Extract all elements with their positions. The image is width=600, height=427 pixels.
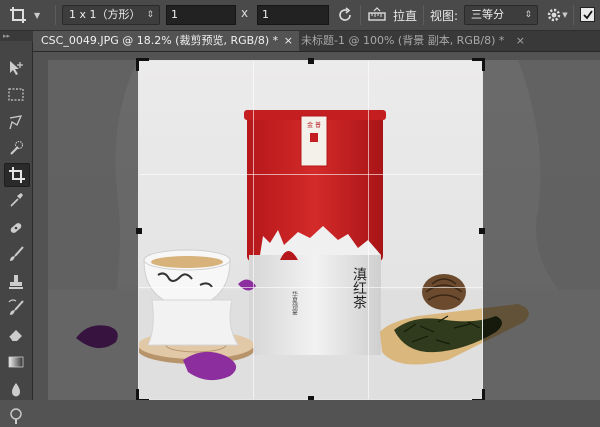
- straighten-label[interactable]: 拉直: [393, 7, 417, 24]
- delete-cropped-pixels-checkbox[interactable]: [580, 7, 595, 22]
- tool-clone-stamp[interactable]: [4, 271, 28, 293]
- gear-icon: [548, 8, 561, 22]
- close-icon[interactable]: ×: [516, 31, 525, 51]
- dodge-icon: [10, 408, 22, 424]
- panel-grip[interactable]: ▸▸: [0, 31, 35, 41]
- tool-healing-brush[interactable]: [4, 217, 28, 239]
- eyedropper-icon: [10, 193, 23, 207]
- blur-icon: [12, 383, 20, 397]
- crop-icon: [9, 167, 25, 183]
- separator: [423, 5, 424, 25]
- document-tabs: CSC_0049.JPG @ 18.2% (裁剪预览, RGB/8) * × 未…: [33, 31, 600, 52]
- crop-grid-line: [253, 61, 254, 399]
- crop-handle-top-right[interactable]: [472, 58, 485, 71]
- tool-quick-select[interactable]: [4, 137, 28, 159]
- level-ruler-icon: [368, 7, 386, 21]
- crop-shield-left: [48, 60, 138, 400]
- tab-label: CSC_0049.JPG @ 18.2% (裁剪预览, RGB/8) *: [41, 34, 279, 47]
- brush-icon: [10, 246, 24, 261]
- ratio-separator-label: x: [241, 6, 249, 20]
- close-icon[interactable]: ×: [284, 31, 293, 51]
- marquee-icon: [8, 88, 24, 101]
- healing-brush-icon: [10, 223, 22, 233]
- move-icon: [10, 61, 23, 75]
- history-brush-icon: [8, 299, 24, 315]
- separator: [55, 5, 56, 25]
- tab-csc-0049[interactable]: CSC_0049.JPG @ 18.2% (裁剪预览, RGB/8) * ×: [33, 31, 299, 51]
- rotate-swap-icon: [339, 7, 351, 21]
- crop-width-input[interactable]: 1: [166, 5, 236, 25]
- checkmark-icon: [582, 9, 593, 19]
- tool-lasso[interactable]: [4, 111, 28, 133]
- crop-shield-right: [483, 60, 600, 400]
- crop-handle-top-left[interactable]: [136, 58, 149, 71]
- updown-arrow-icon: ⇕: [524, 10, 532, 20]
- crop-handle-bottom-right[interactable]: [472, 389, 485, 400]
- tool-brush[interactable]: [4, 243, 28, 265]
- crop-height-input[interactable]: 1: [257, 5, 329, 25]
- tool-history-brush[interactable]: [4, 297, 28, 319]
- tool-preset-picker[interactable]: ▼: [8, 4, 52, 26]
- crop-box[interactable]: [136, 58, 485, 400]
- chevron-down-icon: ▼: [34, 10, 41, 20]
- tool-gradient[interactable]: [4, 351, 28, 373]
- separator: [360, 5, 361, 25]
- tool-eyedropper[interactable]: [4, 189, 28, 211]
- view-overlay-value: 三等分: [471, 8, 504, 21]
- swap-ratio-button[interactable]: [334, 4, 356, 26]
- tool-move[interactable]: [4, 57, 28, 79]
- tool-blur[interactable]: [4, 379, 28, 401]
- separator: [573, 5, 574, 25]
- straighten-button[interactable]: [366, 4, 388, 26]
- view-overlay-select[interactable]: 三等分 ⇕: [464, 5, 538, 25]
- tool-dodge[interactable]: [4, 405, 28, 427]
- crop-handle-left[interactable]: [136, 228, 142, 234]
- clone-stamp-icon: [9, 275, 23, 289]
- ratio-preset-value: 1 x 1（方形）: [69, 8, 141, 21]
- lasso-icon: [9, 115, 23, 130]
- crop-handle-bottom[interactable]: [308, 396, 314, 400]
- crop-handle-bottom-left[interactable]: [136, 389, 149, 400]
- tab-label: 未标题-1 @ 100% (背景 副本, RGB/8) *: [301, 34, 505, 47]
- crop-handle-top[interactable]: [308, 58, 314, 64]
- gradient-icon: [8, 356, 24, 368]
- options-bar: ▼ 1 x 1（方形） ⇕ 1 x 1 拉直 视图: 三等分 ⇕ ▼: [0, 0, 600, 31]
- tool-marquee[interactable]: [4, 84, 28, 106]
- crop-settings-button[interactable]: ▼: [546, 4, 568, 26]
- tool-eraser[interactable]: [4, 323, 28, 345]
- ratio-preset-select[interactable]: 1 x 1（方形） ⇕: [62, 5, 160, 25]
- quick-select-icon: [10, 140, 24, 155]
- chevron-down-icon: ▼: [562, 11, 568, 19]
- crop-grid-line: [368, 61, 369, 399]
- crop-handle-right[interactable]: [479, 228, 485, 234]
- crop-grid-line: [139, 287, 482, 288]
- tools-panel: ▸▸: [0, 31, 35, 424]
- canvas-area[interactable]: 金 普 滇红茶 华夏领宴: [33, 52, 600, 400]
- tab-untitled-1[interactable]: 未标题-1 @ 100% (背景 副本, RGB/8) * ×: [293, 31, 531, 51]
- tool-crop[interactable]: [4, 163, 30, 187]
- crop-icon: [10, 7, 26, 23]
- crop-grid-line: [139, 174, 482, 175]
- eraser-icon: [8, 330, 22, 342]
- view-label: 视图:: [430, 9, 459, 23]
- updown-arrow-icon: ⇕: [146, 10, 154, 20]
